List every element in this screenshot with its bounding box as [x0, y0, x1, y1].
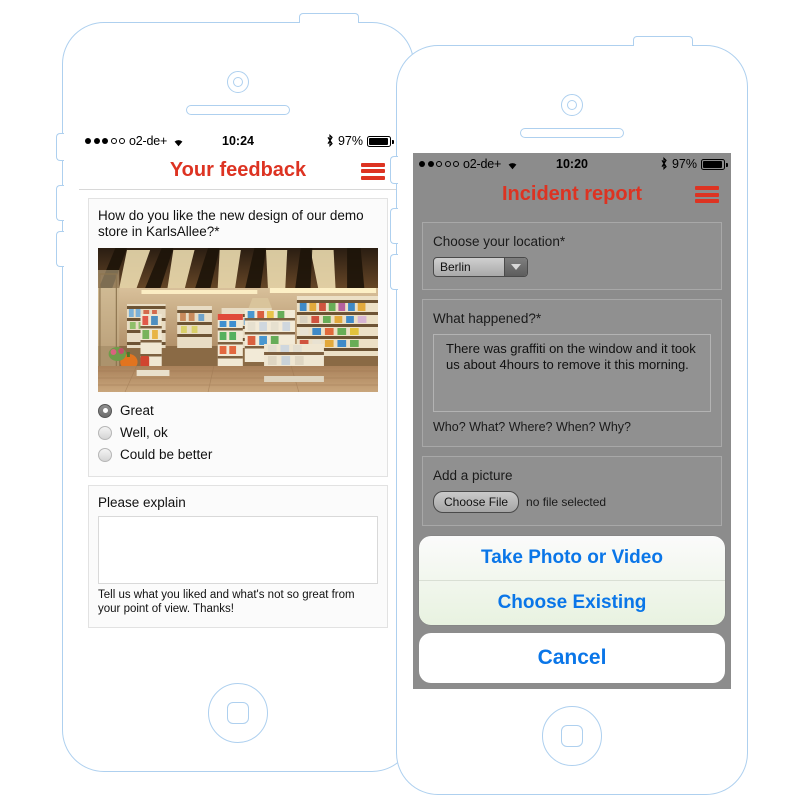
phone-device-left: o2-de+ 10:24 97% Your feedback How do yo… [56, 13, 414, 772]
status-bar-left-group: o2-de+ [85, 134, 185, 148]
power-button-left[interactable] [299, 13, 359, 23]
screenshot-stage: o2-de+ 10:24 97% Your feedback How do yo… [0, 0, 800, 810]
explain-label: Please explain [98, 494, 186, 510]
signal-strength-icon-right [419, 161, 459, 167]
status-bar-right: o2-de+ 10:20 97% [413, 153, 731, 175]
form-body-left: How do you like the new design of our de… [79, 190, 397, 666]
incident-hint: Who? What? Where? When? Why? [433, 420, 631, 434]
volume-down-button-right[interactable] [390, 254, 398, 290]
volume-up-button-right[interactable] [390, 208, 398, 244]
picture-card: Add a picture Choose File no file select… [422, 456, 722, 526]
earpiece-speaker-right [520, 128, 624, 138]
incident-card: What happened?* There was graffiti on th… [422, 299, 722, 447]
store-interior-photo [98, 247, 378, 392]
status-bar-left-group-right: o2-de+ [419, 157, 519, 171]
location-select[interactable]: Berlin [433, 257, 528, 277]
battery-percent-left: 97% [337, 134, 363, 148]
status-bar-right-group-left: 97% [326, 133, 394, 149]
phone-device-right: o2-de+ 10:20 97% Incident report Choose … [390, 36, 748, 795]
option-label-well-ok: Well, ok [120, 425, 168, 441]
carrier-name-right: o2-de+ [463, 157, 502, 171]
mute-switch-left[interactable] [56, 133, 64, 161]
home-button-left[interactable] [208, 683, 268, 743]
choose-existing-button[interactable]: Choose Existing [419, 580, 725, 625]
option-label-great: Great [120, 403, 154, 419]
location-label: Choose your location* [433, 234, 566, 249]
option-row-could-be-better[interactable]: Could be better [98, 444, 378, 466]
radio-button-well-ok[interactable] [98, 425, 112, 440]
option-label-could-be-better: Could be better [120, 447, 213, 463]
action-sheet-options: Take Photo or Video Choose Existing [419, 536, 725, 625]
battery-icon-right [701, 158, 728, 170]
radio-button-great[interactable] [98, 403, 112, 418]
picture-label: Add a picture [433, 468, 513, 483]
bluetooth-icon-right [660, 156, 668, 172]
explain-hint: Tell us what you liked and what's not so… [98, 588, 355, 615]
navbar-right: Incident report [413, 175, 731, 213]
wifi-icon-left [172, 136, 185, 147]
location-select-value: Berlin [440, 260, 471, 274]
mute-switch-right[interactable] [390, 156, 398, 184]
signal-strength-icon-left [85, 138, 125, 144]
location-card: Choose your location* Berlin [422, 222, 722, 290]
earpiece-speaker-left [186, 105, 290, 115]
page-title-right: Incident report [501, 182, 642, 205]
option-row-well-ok[interactable]: Well, ok [98, 422, 378, 444]
screen-right: o2-de+ 10:20 97% Incident report Choose … [413, 153, 731, 689]
bluetooth-icon-left [326, 133, 334, 149]
volume-up-button-left[interactable] [56, 185, 64, 221]
chevron-down-icon [504, 258, 527, 276]
incident-label: What happened?* [433, 311, 542, 326]
form-body-right: Choose your location* Berlin What happen… [413, 213, 731, 689]
front-camera-icon-left [227, 71, 249, 93]
take-photo-or-video-button[interactable]: Take Photo or Video [419, 536, 725, 580]
choose-file-button[interactable]: Choose File [433, 491, 520, 513]
battery-percent-right: 97% [671, 157, 697, 171]
carrier-name-left: o2-de+ [129, 134, 168, 148]
hamburger-menu-icon-left[interactable] [361, 162, 385, 180]
radio-button-could-be-better[interactable] [98, 447, 112, 462]
feedback-options-group: Great Well, ok Could be better [98, 400, 378, 466]
file-status-text: no file selected [526, 495, 607, 509]
power-button-right[interactable] [633, 36, 693, 46]
action-sheet: Take Photo or Video Choose Existing Canc… [419, 536, 725, 683]
question-text: How do you like the new design of our de… [98, 208, 364, 240]
front-camera-icon-right [561, 94, 583, 116]
question-card: How do you like the new design of our de… [88, 198, 388, 477]
wifi-icon-right [506, 159, 519, 170]
explain-card: Please explain Tell us what you liked an… [88, 484, 388, 628]
battery-icon-left [367, 135, 394, 147]
volume-down-button-left[interactable] [56, 231, 64, 267]
file-input-row: Choose File no file selected [433, 491, 711, 513]
status-bar-left: o2-de+ 10:24 97% [79, 130, 397, 152]
home-button-right[interactable] [542, 706, 602, 766]
navbar-left: Your feedback [79, 152, 397, 190]
page-title-left: Your feedback [169, 159, 307, 181]
incident-textarea[interactable]: There was graffiti on the window and it … [433, 334, 711, 412]
cancel-button[interactable]: Cancel [419, 633, 725, 683]
screen-left: o2-de+ 10:24 97% Your feedback How do yo… [79, 130, 397, 666]
hamburger-menu-icon-right[interactable] [695, 186, 719, 203]
status-bar-right-group-right: 97% [660, 156, 728, 172]
option-row-great[interactable]: Great [98, 400, 378, 422]
explain-textarea[interactable] [98, 515, 378, 584]
